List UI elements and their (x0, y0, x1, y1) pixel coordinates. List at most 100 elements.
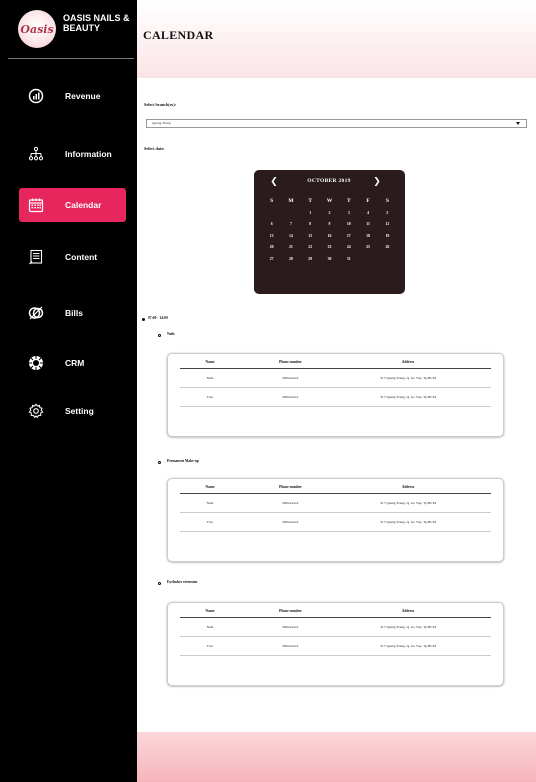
calendar-day[interactable]: 8 (301, 219, 320, 231)
table-header-cell: Address (401, 360, 415, 364)
table-header-cell: Address (401, 485, 415, 489)
brand-name: OASIS NAILS & BEAUTY (63, 13, 130, 33)
table-cell: 317 Quang Trung, Q. Go Vap, Tp.HCM (380, 501, 436, 505)
calendar-day[interactable]: 1 (301, 208, 320, 220)
branch-label: Select branch(es): (144, 102, 176, 107)
sidebar-item-label: Revenue (65, 91, 101, 101)
calendar-day[interactable]: 10 (339, 219, 358, 231)
weekday-label: M (288, 198, 294, 204)
calendar-day[interactable]: 7 (281, 219, 300, 231)
hierarchy-icon (28, 146, 44, 161)
table-cell: 317 Quang Trung, Q. Go Vap, Tp.HCM (380, 395, 436, 399)
table-cell: Truc (206, 520, 214, 524)
calendar-day[interactable]: 18 (358, 231, 377, 243)
weekday-label: T (346, 198, 351, 204)
calendar-day[interactable]: 29 (301, 254, 320, 266)
table-cell: 090xxxxxx (282, 395, 299, 399)
calendar-day[interactable]: 24 (339, 242, 358, 254)
sidebar-item-calendar[interactable]: Calendar (19, 188, 126, 222)
date-picker-calendar: ❮ OCTOBER 2019 ❯ S M T W T F S 1 2 3 4 5 6 7 8 9 10 11 12 1… (254, 170, 405, 294)
calendar-icon (28, 198, 44, 213)
calendar-day[interactable]: 16 (320, 231, 339, 243)
calendar-day[interactable]: 22 (301, 242, 320, 254)
table-row[interactable]: Truc 090xxxxxx 317 Quang Trung, Q. Go Vap,… (180, 513, 491, 532)
sidebar: Oasis OASIS NAILS & BEAUTY Revenue Infor… (0, 0, 137, 782)
calendar-day[interactable]: 14 (281, 231, 300, 243)
calendar-day[interactable]: 9 (320, 219, 339, 231)
table-header-cell: Phone number (279, 485, 302, 489)
calendar-day[interactable]: 21 (281, 242, 300, 254)
calendar-day[interactable]: 20 (262, 242, 281, 254)
calendar-day[interactable]: 26 (378, 242, 397, 254)
calendar-day[interactable]: 2 (320, 208, 339, 220)
calendar-day[interactable]: 27 (262, 254, 281, 266)
table-header-cell: Name (205, 485, 215, 489)
calendar-day[interactable]: 15 (301, 231, 320, 243)
calendar-day[interactable]: 3 (339, 208, 358, 220)
sidebar-item-crm[interactable]: CRM (0, 346, 137, 380)
sidebar-item-bills[interactable]: Bills (0, 296, 137, 330)
calendar-day[interactable]: 5 (378, 208, 397, 220)
sidebar-item-label: Content (65, 252, 98, 262)
bullet (158, 461, 161, 464)
gear-icon (28, 403, 44, 419)
table-cell: Truc (206, 644, 214, 648)
weekday-label: W (326, 198, 333, 204)
calendar-empty-cell (262, 208, 281, 220)
table-row[interactable]: Nam 090xxxxxx 317 Quang Trung, Q. Go Vap, … (180, 369, 491, 388)
sidebar-item-content[interactable]: Content (0, 240, 137, 274)
logo-text: Oasis (20, 22, 54, 36)
sidebar-item-setting[interactable]: Setting (0, 394, 137, 428)
calendar-day[interactable]: 28 (281, 254, 300, 266)
divider (8, 58, 134, 59)
calendar-day[interactable]: 12 (378, 219, 397, 231)
prev-month-button[interactable]: ❮ (268, 176, 280, 188)
calendar-empty-cell (378, 254, 397, 266)
sidebar-item-revenue[interactable]: Revenue (0, 79, 137, 113)
calendar-day[interactable]: 17 (339, 231, 358, 243)
calendar-day[interactable]: 25 (358, 242, 377, 254)
calendar-day[interactable]: 30 (320, 254, 339, 266)
table-row[interactable]: Nam 090xxxxxx 317 Quang Trung, Q. Go Vap, … (180, 618, 491, 637)
brand: Oasis OASIS NAILS & BEAUTY (0, 0, 137, 58)
table-row[interactable]: Nam 090xxxxxx 317 Quang Trung, Q. Go Vap, … (180, 494, 491, 513)
sidebar-item-label: Information (65, 149, 112, 159)
calendar-day[interactable]: 4 (358, 208, 377, 220)
weekday-label: T (308, 198, 313, 204)
calendar-day[interactable]: 13 (262, 231, 281, 243)
calendar-day[interactable]: 23 (320, 242, 339, 254)
table-row[interactable]: Truc 090xxxxxx 317 Quang Trung, Q. Go Vap,… (180, 388, 491, 407)
table-header-cell: Address (401, 609, 415, 613)
calendar-day[interactable]: 31 (339, 254, 358, 266)
branch-select[interactable]: Quang Trung (146, 119, 527, 128)
calendar-header: ❮ OCTOBER 2019 ❯ (254, 176, 405, 188)
header: CALENDAR (137, 0, 536, 78)
table-header-cell: Phone number (279, 609, 302, 613)
sidebar-item-information[interactable]: Information (0, 137, 137, 171)
table-cell: 317 Quang Trung, Q. Go Vap, Tp.HCM (380, 625, 436, 629)
table-cell: 090xxxxxx (282, 625, 299, 629)
calendar-day[interactable]: 6 (262, 219, 281, 231)
time-slot-label: 07:00 - 14:00 (148, 316, 168, 320)
next-month-button[interactable]: ❯ (371, 176, 383, 188)
crm-icon (29, 356, 43, 370)
appointment-table: Name Phone number Address Nam 090xxxxxx 317 Q… (167, 478, 504, 562)
calendar-day[interactable]: 11 (358, 219, 377, 231)
bullet (142, 318, 145, 321)
weekday-label: S (385, 198, 389, 204)
table-row[interactable]: Truc 090xxxxxx 317 Quang Trung, Q. Go Vap,… (180, 637, 491, 656)
calendar-empty-cell (281, 208, 300, 220)
service-label: Nails (167, 332, 175, 336)
bills-icon (28, 306, 44, 320)
branch-select-value: Quang Trung (152, 121, 171, 125)
page-title: CALENDAR (143, 28, 214, 42)
table-header-cell: Name (205, 609, 215, 613)
table-cell: 090xxxxxx (282, 501, 299, 505)
service-label: Permanent Make-up (167, 459, 199, 463)
document-icon (29, 249, 43, 265)
bullet (158, 334, 161, 337)
calendar-grid: S M T W T F S 1 2 3 4 5 6 7 8 9 10 11 12 13 14 15 16 17 18 19 20 21… (262, 196, 397, 265)
table-cell: Nam (206, 376, 214, 380)
revenue-icon (28, 88, 44, 104)
calendar-day[interactable]: 19 (378, 231, 397, 243)
